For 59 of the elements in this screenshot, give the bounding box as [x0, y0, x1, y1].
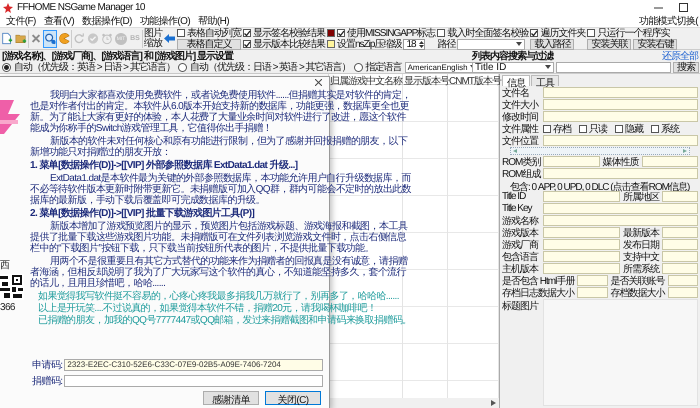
checkbox-label: 显示版本比较结果: [253, 38, 325, 51]
section-title: 列表内容搜索与过滤: [472, 49, 553, 62]
checkbox-label: 使用MISSINGAPP标志: [347, 26, 436, 39]
field-label: Title ID: [502, 191, 526, 202]
window-title: FFHOME NSGame Manager 10: [17, 2, 145, 13]
checkbox-label: 隐藏: [625, 122, 643, 136]
field-label: 最新版本: [623, 226, 659, 240]
checkbox-label: 存档: [553, 122, 571, 136]
field-label: 游戏厂商: [502, 238, 540, 252]
field-label: 支持中文: [623, 250, 659, 264]
paragraph: 新版本的软件未对任何核心和原有功能进行限制，但为了感谢并回报捐赠的朋友，以下新增功能只对捐赠过的朋友开放：: [30, 136, 409, 158]
field-label: 发布日期: [623, 238, 659, 252]
field-label: 文件位置: [502, 134, 540, 148]
field-label: 修改时间: [502, 110, 539, 124]
spinner-label: 设置nsZip压缩级: [337, 38, 402, 51]
checkbox-label: 遍历文件夹: [540, 26, 586, 39]
checkbox-label: 显示签名校验结果: [253, 26, 325, 39]
checkbox-label: 只读: [589, 122, 607, 136]
field-label: 是否包含 Html手册: [502, 274, 574, 288]
path-label: 路径: [437, 38, 456, 51]
radio-label: 指定语言: [366, 60, 402, 74]
checkbox-label: 只运行一个程序实: [597, 26, 670, 39]
field-label: 存档日志数据大小: [502, 286, 574, 300]
field-label: 申请码:: [32, 358, 62, 372]
field-label: 文件属性: [502, 122, 540, 136]
radio-label: 自动（优先级：日语 > 英语 > 其它语言）: [190, 62, 351, 74]
field-label: 捐赠码:: [32, 374, 62, 388]
field-label: 包含语言: [502, 250, 540, 264]
field-label: 所属地区: [623, 192, 659, 204]
paragraph: 新版本增加了游戏预览图片的显示，预览图片包括游戏标题、游戏海报和截图，本工具提供了批量下载这些游戏图片功能。未捐赠版可在文件列表浏览游戏文件时，点击右侧信息栏中的“下载图片”按钮下载，只下载当前按钮所代表的图片，不提供批量下载功能。: [30, 221, 408, 254]
field-label: ROM组成: [502, 168, 540, 180]
paragraph: 我明白大家都喜欢使用免费软件，或者说免费使用软件......但捐赠其实是对软件的肯定，也是对作者付出的肯定。本软件从6.0版本开始支持新的数据库，功能更强，数据库更全也更新。为了能让大家有更好的体验，本人花费了大量业余时间对软件进行了改进，愿这个软件能成为你称手的Switch游戏管理工具，它值得你出手捐赠！: [30, 90, 412, 134]
field-label: 标题图片: [502, 300, 540, 313]
note-text: 已捐赠的朋友，加我的QQ号7777447或QQ邮箱，发过来捐赠截图和申请码来换取捐赠码。: [37, 315, 412, 325]
checkbox-label: 系统: [661, 122, 679, 136]
field-label: 主机版本: [502, 262, 540, 276]
checkbox-label: 表格自动列宽: [187, 26, 241, 39]
field-label: 文件大小: [502, 98, 540, 112]
checkbox-label: 载入时全面签名校验: [447, 26, 528, 39]
field-label: 媒体性质: [602, 156, 639, 168]
field-label: 存档数据大小: [610, 286, 664, 300]
field-label: 游戏名称: [502, 214, 540, 228]
field-label: 所需系统: [623, 262, 659, 276]
paragraph: ExtData1.dat是本软件最为关键的外部参照数据库，本功能允许用户自行升级数据库，而不必等待软件版本更新时附带更新它。未捐赠版可加入QQ群，群内可能会不定时的放出此数据库的最新版，手动下载后覆盖即可完成数据库的升级。: [30, 173, 412, 206]
note-text: 如果觉得我写软件挺不容易的，心疼心疼我最多捐我几万就行了，别再多了，哈哈哈......: [37, 291, 400, 301]
field-label: Title Key: [502, 203, 534, 214]
field-label: 游戏版本: [502, 226, 540, 240]
paragraph: 用两个不是很重要且有其它方式替代的功能来作为捐赠者的回报真是没有诚意，请捐赠者海涵，但相反却说明了我为了广大玩家写这个软件的真心，不知道能坚持多久，套个流行的话儿，且用且珍惜吧，哈哈......: [30, 256, 408, 289]
strip-text: 366: [0, 302, 15, 313]
feature-heading: 2. 菜单[数据操作(D)]->[[VIP] 批量下载游戏图片工具(P)]: [30, 208, 256, 219]
note-text: 以上是开玩笑....不过说真的，如果觉得本软件不错，捐赠20元，请我喝杯咖啡吧！: [37, 303, 378, 313]
radio-label: 自动（优先级：英语 > 日语 > 其它语言）: [14, 62, 175, 74]
section-title: [游戏名称]、[游戏厂商]、[游戏语言] 和 [游戏图片] 显示设置: [1, 49, 234, 62]
field-label: ROM类别: [502, 156, 540, 168]
feature-heading: 1. 菜单[数据操作(D)]->[[VIP] 外部参照数据库 ExtData1.dat 升级...]: [30, 160, 299, 171]
strip-text: 西: [0, 259, 10, 272]
zoom-label: 图片缩放: [144, 28, 163, 48]
field-label: 文件名: [502, 88, 530, 100]
field-label: 是否关联账号: [610, 274, 665, 288]
